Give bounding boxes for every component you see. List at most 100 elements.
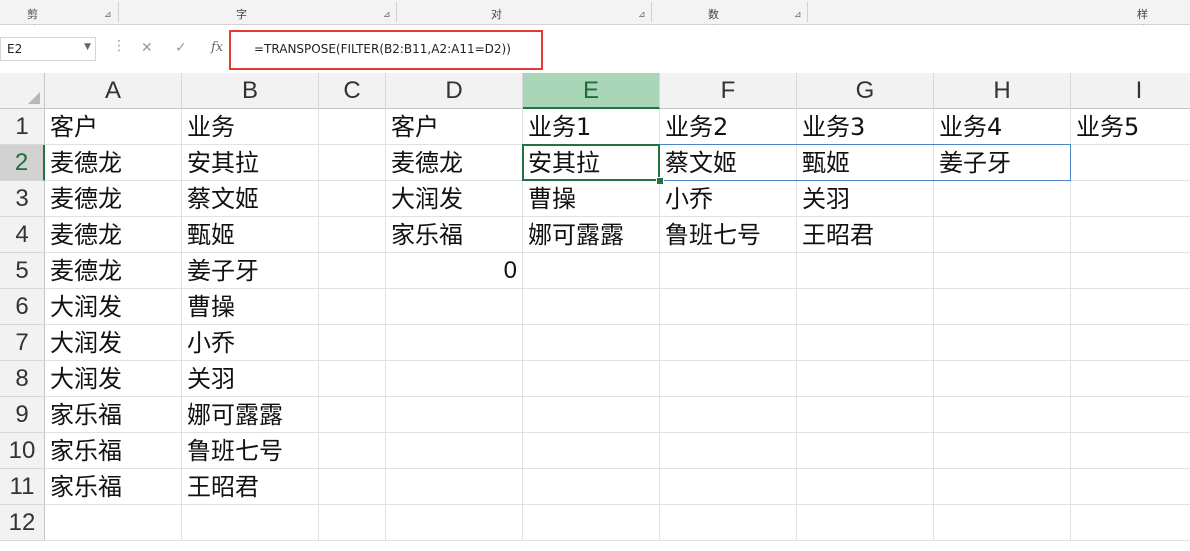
cell-g1[interactable]: 业务3	[797, 109, 934, 145]
cell-a9[interactable]: 家乐福	[45, 397, 182, 433]
cell-g3[interactable]: 关羽	[797, 181, 934, 217]
column-header-g[interactable]: G	[797, 73, 934, 109]
dialog-launcher-icon[interactable]: ⊿	[794, 11, 802, 20]
cell-b3[interactable]: 蔡文姬	[182, 181, 319, 217]
cell-f1[interactable]: 业务2	[660, 109, 797, 145]
cell-h4[interactable]	[934, 217, 1071, 253]
cell-a3[interactable]: 麦德龙	[45, 181, 182, 217]
cell-f11[interactable]	[660, 469, 797, 505]
cell-d6[interactable]	[386, 289, 523, 325]
row-header-8[interactable]: 8	[0, 361, 45, 397]
cell-a6[interactable]: 大润发	[45, 289, 182, 325]
cell-h3[interactable]	[934, 181, 1071, 217]
cell-e3[interactable]: 曹操	[523, 181, 660, 217]
dialog-launcher-icon[interactable]: ⊿	[104, 11, 112, 20]
cell-h10[interactable]	[934, 433, 1071, 469]
cell-a5[interactable]: 麦德龙	[45, 253, 182, 289]
cell-b5[interactable]: 姜子牙	[182, 253, 319, 289]
cell-b8[interactable]: 关羽	[182, 361, 319, 397]
cell-e6[interactable]	[523, 289, 660, 325]
cell-i1[interactable]: 业务5	[1071, 109, 1190, 145]
cell-g10[interactable]	[797, 433, 934, 469]
row-header-3[interactable]: 3	[0, 181, 45, 217]
column-header-h[interactable]: H	[934, 73, 1071, 109]
cell-d12[interactable]	[386, 505, 523, 541]
cell-d11[interactable]	[386, 469, 523, 505]
cell-f10[interactable]	[660, 433, 797, 469]
cell-c5[interactable]	[319, 253, 386, 289]
column-header-b[interactable]: B	[182, 73, 319, 109]
cell-i4[interactable]	[1071, 217, 1190, 253]
cell-i7[interactable]	[1071, 325, 1190, 361]
cell-f8[interactable]	[660, 361, 797, 397]
dialog-launcher-icon[interactable]: ⊿	[638, 11, 646, 20]
column-header-a[interactable]: A	[45, 73, 182, 109]
cell-b12[interactable]	[182, 505, 319, 541]
cell-b1[interactable]: 业务	[182, 109, 319, 145]
row-header-4[interactable]: 4	[0, 217, 45, 253]
cell-h11[interactable]	[934, 469, 1071, 505]
cell-f5[interactable]	[660, 253, 797, 289]
cell-f12[interactable]	[660, 505, 797, 541]
cell-a11[interactable]: 家乐福	[45, 469, 182, 505]
cell-i6[interactable]	[1071, 289, 1190, 325]
enter-check-icon[interactable]: ✓	[175, 40, 187, 56]
row-header-12[interactable]: 12	[0, 505, 45, 541]
row-header-6[interactable]: 6	[0, 289, 45, 325]
cell-i9[interactable]	[1071, 397, 1190, 433]
cell-c3[interactable]	[319, 181, 386, 217]
cell-c7[interactable]	[319, 325, 386, 361]
cell-h7[interactable]	[934, 325, 1071, 361]
chevron-down-icon[interactable]: ▼	[84, 42, 91, 52]
row-header-7[interactable]: 7	[0, 325, 45, 361]
cell-h8[interactable]	[934, 361, 1071, 397]
cell-a10[interactable]: 家乐福	[45, 433, 182, 469]
cell-a4[interactable]: 麦德龙	[45, 217, 182, 253]
cell-a12[interactable]	[45, 505, 182, 541]
name-box[interactable]: E2 ▼	[0, 37, 96, 61]
cell-c4[interactable]	[319, 217, 386, 253]
cell-e10[interactable]	[523, 433, 660, 469]
cell-c12[interactable]	[319, 505, 386, 541]
cell-b7[interactable]: 小乔	[182, 325, 319, 361]
column-header-f[interactable]: F	[660, 73, 797, 109]
cell-h12[interactable]	[934, 505, 1071, 541]
cell-i11[interactable]	[1071, 469, 1190, 505]
cell-b6[interactable]: 曹操	[182, 289, 319, 325]
cell-h6[interactable]	[934, 289, 1071, 325]
cell-c2[interactable]	[319, 145, 386, 181]
cell-b10[interactable]: 鲁班七号	[182, 433, 319, 469]
cell-c6[interactable]	[319, 289, 386, 325]
cell-b11[interactable]: 王昭君	[182, 469, 319, 505]
cell-f6[interactable]	[660, 289, 797, 325]
insert-function-icon[interactable]: fx	[211, 40, 223, 55]
cell-e8[interactable]	[523, 361, 660, 397]
cell-e9[interactable]	[523, 397, 660, 433]
row-header-5[interactable]: 5	[0, 253, 45, 289]
cell-c10[interactable]	[319, 433, 386, 469]
cell-d5[interactable]: 0	[386, 253, 523, 289]
more-options-icon[interactable]: ⋮	[112, 38, 126, 54]
cell-g4[interactable]: 王昭君	[797, 217, 934, 253]
cell-e1[interactable]: 业务1	[523, 109, 660, 145]
cell-i12[interactable]	[1071, 505, 1190, 541]
cell-b9[interactable]: 娜可露露	[182, 397, 319, 433]
cancel-icon[interactable]: ✕	[141, 40, 153, 56]
cell-e11[interactable]	[523, 469, 660, 505]
cell-i3[interactable]	[1071, 181, 1190, 217]
cell-e5[interactable]	[523, 253, 660, 289]
cell-e12[interactable]	[523, 505, 660, 541]
cell-h5[interactable]	[934, 253, 1071, 289]
cell-g8[interactable]	[797, 361, 934, 397]
cell-b2[interactable]: 安其拉	[182, 145, 319, 181]
cell-g9[interactable]	[797, 397, 934, 433]
cell-a8[interactable]: 大润发	[45, 361, 182, 397]
column-header-c[interactable]: C	[319, 73, 386, 109]
cell-f3[interactable]: 小乔	[660, 181, 797, 217]
row-header-2[interactable]: 2	[0, 145, 45, 181]
cell-d1[interactable]: 客户	[386, 109, 523, 145]
cell-c8[interactable]	[319, 361, 386, 397]
cell-g6[interactable]	[797, 289, 934, 325]
row-header-10[interactable]: 10	[0, 433, 45, 469]
cell-f7[interactable]	[660, 325, 797, 361]
